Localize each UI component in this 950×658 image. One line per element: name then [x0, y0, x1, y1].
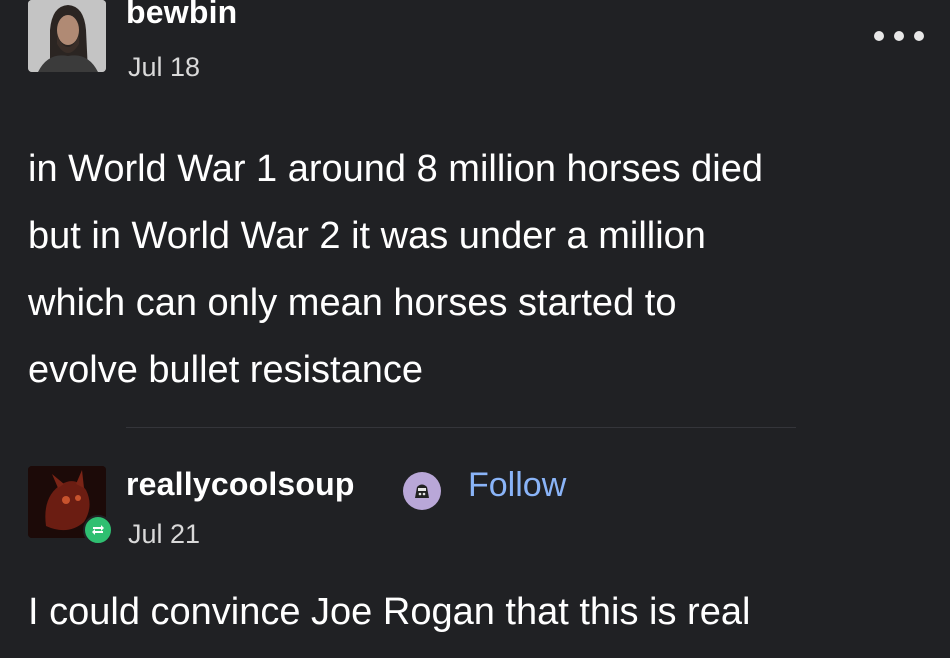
reblog-date[interactable]: Jul 21 [128, 519, 200, 550]
more-options-icon[interactable] [874, 26, 924, 46]
reblog-author-name[interactable]: reallycoolsoup [126, 466, 355, 503]
divider [126, 427, 796, 428]
reblog-icon-graphic [92, 525, 104, 535]
post-body-line: which can only mean horses started to [28, 282, 677, 324]
post-body: in World War 1 around 8 million horses d… [28, 136, 928, 404]
follow-button[interactable]: Follow [468, 466, 566, 505]
reblog-body: I could convince Joe Rogan that this is … [28, 591, 751, 633]
post-author-name[interactable]: bewbin [126, 0, 237, 31]
more-dot [874, 31, 884, 41]
user-badge-icon[interactable] [403, 472, 441, 510]
badge-graphic [415, 484, 429, 498]
post-date[interactable]: Jul 18 [128, 52, 200, 83]
avatar-bewbin[interactable] [28, 0, 106, 72]
post-body-line: evolve bullet resistance [28, 349, 423, 391]
reblog-icon [83, 515, 113, 545]
post-body-line: in World War 1 around 8 million horses d… [28, 148, 764, 190]
post-body-line: but in World War 2 it was under a millio… [28, 215, 706, 257]
more-dot [894, 31, 904, 41]
post-card: bewbin Jul 18 in World War 1 around 8 mi… [0, 0, 950, 658]
more-dot [914, 31, 924, 41]
avatar-image [28, 0, 106, 72]
